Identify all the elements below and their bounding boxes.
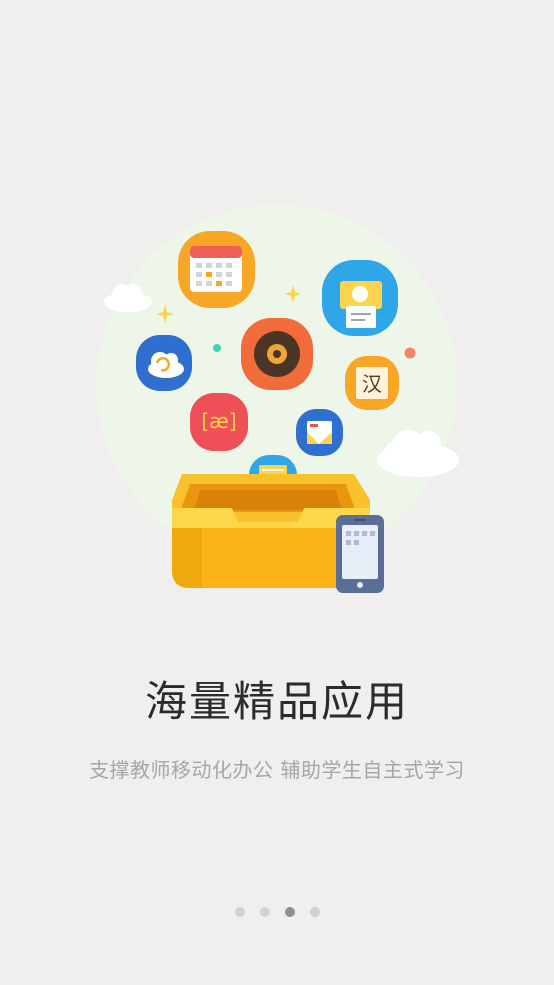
page-dot-4[interactable]	[309, 907, 320, 917]
dot-decoration	[213, 344, 221, 352]
phone-icon	[336, 515, 384, 593]
page-title: 海量精品应用	[144, 677, 409, 726]
svg-text:[æ]: [æ]	[201, 409, 236, 433]
page-subtitle: 支撑教师移动化办公 辅助学生自主式学习	[89, 758, 465, 782]
page-dot-3[interactable]	[284, 907, 295, 917]
music-record-icon	[241, 318, 313, 390]
page-dot-2[interactable]	[259, 907, 270, 917]
page-dot-1[interactable]	[234, 907, 245, 917]
calendar-icon	[178, 231, 255, 308]
dot-decoration	[404, 347, 416, 359]
page-indicator	[0, 906, 554, 918]
cloud-sync-icon	[136, 335, 192, 391]
printer-icon	[322, 260, 398, 336]
mail-icon	[296, 409, 343, 456]
phonetics-icon: [æ]	[190, 393, 248, 451]
svg-text:汉: 汉	[362, 372, 382, 396]
chinese-character-icon: 汉	[345, 356, 399, 410]
illustration: 汉 [æ] 作文	[97, 205, 459, 593]
